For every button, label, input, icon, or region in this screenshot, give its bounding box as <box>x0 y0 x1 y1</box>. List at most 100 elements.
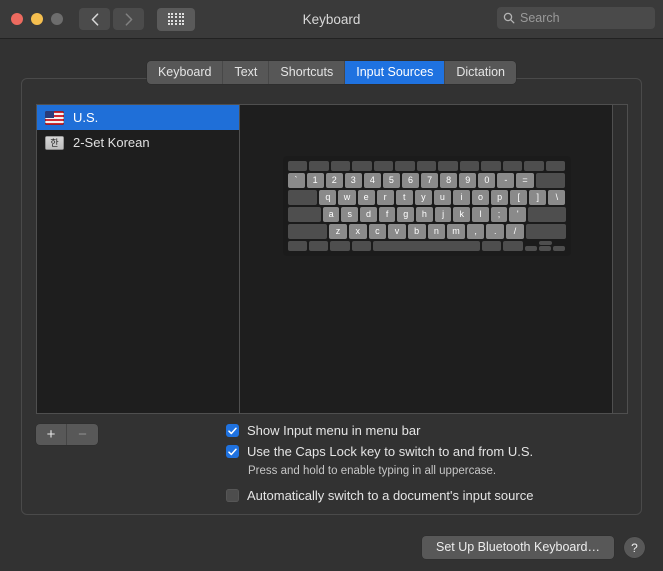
key-h: h <box>416 207 433 222</box>
key-slash: / <box>506 224 524 239</box>
key-0: 0 <box>478 173 496 188</box>
key-o: o <box>472 190 490 205</box>
forward-button <box>113 8 144 30</box>
key-blank <box>373 161 394 171</box>
key-fn <box>287 241 307 251</box>
list-item-label: 2-Set Korean <box>73 135 150 150</box>
key-t: t <box>395 190 413 205</box>
key-7: 7 <box>421 173 439 188</box>
checkmark-icon <box>228 427 237 434</box>
input-source-options: Show Input menu in menu bar Use the Caps… <box>226 422 626 508</box>
key-bracketright: ] <box>529 190 547 205</box>
key-blank <box>481 161 501 171</box>
search-input[interactable] <box>520 11 649 25</box>
auto-switch-document-label: Automatically switch to a document's inp… <box>247 488 534 503</box>
chevron-right-icon <box>125 12 132 26</box>
caps-lock-switch-checkbox[interactable] <box>226 445 239 458</box>
key-p: p <box>491 190 509 205</box>
search-field[interactable] <box>497 7 655 29</box>
key-4: 4 <box>363 173 381 188</box>
show-input-menu-label: Show Input menu in menu bar <box>247 423 421 438</box>
key-option-right <box>503 241 523 251</box>
tab-text[interactable]: Text <box>223 61 270 84</box>
keyboard-modifier-row <box>287 241 566 251</box>
show-all-preferences-button[interactable] <box>157 7 195 31</box>
key-backslash: \ <box>548 190 566 205</box>
key-e: e <box>357 190 375 205</box>
key-v: v <box>388 224 406 239</box>
key-semicolon: ; <box>490 207 508 222</box>
input-source-list[interactable]: U.S. 한 2-Set Korean <box>37 105 240 413</box>
set-up-bluetooth-keyboard-button[interactable]: Set Up Bluetooth Keyboard… <box>422 536 614 559</box>
traffic-light-group <box>11 13 63 25</box>
auto-switch-document-checkbox[interactable] <box>226 489 239 502</box>
caps-lock-switch-label: Use the Caps Lock key to switch to and f… <box>247 444 534 459</box>
show-input-menu-row[interactable]: Show Input menu in menu bar <box>226 422 626 439</box>
key-blank <box>395 161 415 171</box>
key-r: r <box>376 190 394 205</box>
show-input-menu-checkbox[interactable] <box>226 424 239 437</box>
key-blank <box>545 161 566 171</box>
us-flag-icon <box>45 110 64 125</box>
keyboard-number-row: ` 1 2 3 4 5 6 7 8 9 0 - = <box>287 173 566 188</box>
key-blank <box>524 161 544 171</box>
list-item-korean[interactable]: 한 2-Set Korean <box>37 130 239 155</box>
key-y: y <box>414 190 432 205</box>
key-q: q <box>319 190 337 205</box>
caps-lock-switch-row[interactable]: Use the Caps Lock key to switch to and f… <box>226 443 626 460</box>
sources-and-preview-area: U.S. 한 2-Set Korean ` 1 2 3 4 5 6 7 8 9 … <box>36 104 628 414</box>
list-item-us[interactable]: U.S. <box>37 105 239 130</box>
chevron-left-icon <box>91 12 98 26</box>
preview-scrollbar[interactable] <box>612 105 627 413</box>
keyboard-bottom-row: z x c v b n m , . / <box>287 224 566 239</box>
tab-shortcuts[interactable]: Shortcuts <box>269 61 346 84</box>
key-blank <box>438 161 458 171</box>
key-s: s <box>341 207 359 222</box>
key-blank <box>459 161 480 171</box>
key-capslock <box>287 207 321 222</box>
key-option-left <box>330 241 350 251</box>
key-a: a <box>322 207 340 222</box>
keyboard-home-row: a s d f g h j k l ; ' <box>287 207 566 222</box>
minimize-window-button[interactable] <box>31 13 43 25</box>
key-w: w <box>338 190 356 205</box>
tab-input-sources[interactable]: Input Sources <box>345 61 446 84</box>
help-button[interactable]: ? <box>624 537 645 558</box>
key-9: 9 <box>459 173 477 188</box>
korean-han-icon: 한 <box>45 135 64 150</box>
arrow-key-cluster <box>524 241 566 251</box>
key-control <box>308 241 329 251</box>
key-period: . <box>486 224 505 239</box>
key-bracketleft: [ <box>510 190 528 205</box>
key-return <box>528 207 566 222</box>
key-delete <box>535 173 566 188</box>
key-3: 3 <box>344 173 362 188</box>
tab-keyboard[interactable]: Keyboard <box>146 61 224 84</box>
keyboard-layout-preview: ` 1 2 3 4 5 6 7 8 9 0 - = q w e r t y u … <box>240 105 627 413</box>
key-backtick: ` <box>287 173 305 188</box>
auto-switch-document-row[interactable]: Automatically switch to a document's inp… <box>226 487 626 504</box>
key-shift-right <box>525 224 566 239</box>
key-j: j <box>434 207 452 222</box>
key-arrow-down <box>538 246 552 251</box>
remove-input-source-button: − <box>67 424 98 445</box>
key-comma: , <box>466 224 485 239</box>
add-input-source-button[interactable]: + <box>36 424 67 445</box>
window-footer: Set Up Bluetooth Keyboard… ? <box>422 536 645 559</box>
key-blank <box>330 161 351 171</box>
back-button[interactable] <box>79 8 110 30</box>
tab-dictation[interactable]: Dictation <box>445 61 517 84</box>
key-blank <box>416 161 437 171</box>
key-blank <box>287 161 308 171</box>
key-n: n <box>427 224 446 239</box>
key-u: u <box>433 190 451 205</box>
checkmark-icon <box>228 448 237 455</box>
show-all-preferences-grid-icon <box>167 12 185 26</box>
key-arrow-right <box>553 246 566 251</box>
caps-lock-hint-text: Press and hold to enable typing in all u… <box>248 465 497 477</box>
key-equals: = <box>516 173 534 188</box>
key-d: d <box>360 207 377 222</box>
key-tab <box>287 190 318 205</box>
key-shift-left <box>287 224 328 239</box>
close-window-button[interactable] <box>11 13 23 25</box>
